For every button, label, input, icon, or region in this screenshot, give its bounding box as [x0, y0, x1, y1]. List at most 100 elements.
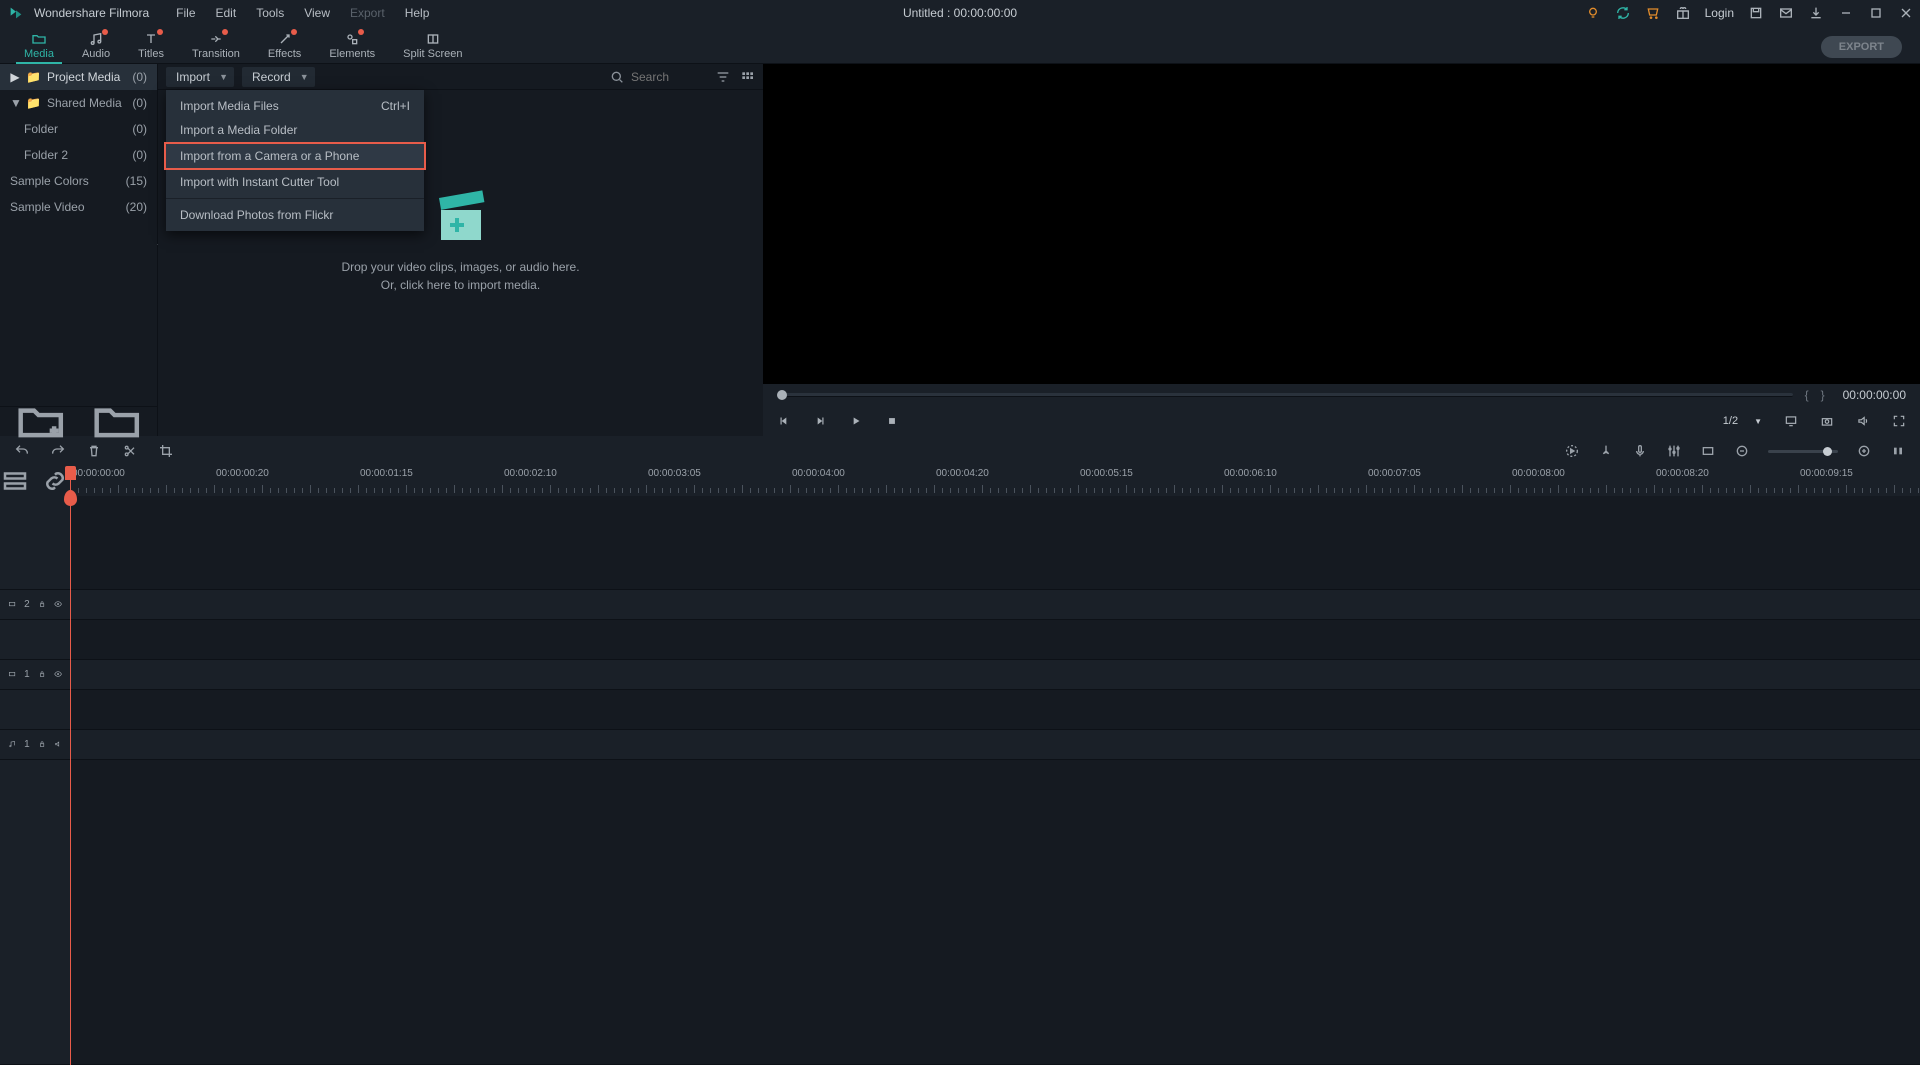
scrub-knob[interactable]: [777, 390, 787, 400]
menu-instant-cutter[interactable]: Import with Instant Cutter Tool: [166, 170, 424, 194]
tab-effects[interactable]: Effects: [254, 29, 315, 63]
preview-scale-dropdown[interactable]: 1/2▼: [1723, 415, 1762, 427]
tab-label: Split Screen: [403, 48, 462, 60]
export-button[interactable]: EXPORT: [1821, 36, 1902, 58]
zoom-out-icon[interactable]: [1734, 443, 1750, 459]
lightbulb-icon[interactable]: [1585, 5, 1601, 21]
main-area: ▶📁Project Media (0) ▼📁Shared Media (0) F…: [0, 64, 1920, 436]
menu-edit[interactable]: Edit: [207, 3, 246, 23]
zoom-in-icon[interactable]: [1856, 443, 1872, 459]
volume-icon[interactable]: [1856, 414, 1870, 428]
refresh-icon[interactable]: [1615, 5, 1631, 21]
gift-icon[interactable]: [1675, 5, 1691, 21]
prev-frame-icon[interactable]: [777, 414, 791, 428]
new-folder-icon[interactable]: [14, 395, 68, 449]
menu-import-camera[interactable]: Import from a Camera or a Phone: [164, 142, 426, 170]
menu-separator: [166, 198, 424, 199]
zoom-knob[interactable]: [1823, 447, 1832, 456]
sidebar-item-sample-video[interactable]: Sample Video (20): [0, 194, 157, 220]
crop-icon[interactable]: [158, 443, 174, 459]
close-icon[interactable]: [1898, 5, 1914, 21]
menu-export[interactable]: Export: [341, 3, 394, 23]
voiceover-icon[interactable]: [1632, 443, 1648, 459]
tab-elements[interactable]: Elements: [315, 29, 389, 63]
menu-help[interactable]: Help: [396, 3, 439, 23]
zoom-fit-icon[interactable]: [1890, 443, 1906, 459]
tab-transition[interactable]: Transition: [178, 29, 254, 63]
minimize-icon[interactable]: [1838, 5, 1854, 21]
cart-icon[interactable]: [1645, 5, 1661, 21]
timeline-toolbar: [0, 436, 1920, 466]
sidebar-item-label: Shared Media: [47, 96, 122, 110]
sidebar-item-count: (0): [132, 70, 147, 84]
mark-in-icon[interactable]: {: [1805, 388, 1809, 402]
monitor-icon[interactable]: [1784, 414, 1798, 428]
lock-icon[interactable]: [38, 670, 46, 678]
clapperboard-icon: [429, 184, 493, 248]
mark-out-icon[interactable]: }: [1821, 388, 1825, 402]
sidebar-item-folder2[interactable]: Folder 2 (0): [0, 142, 157, 168]
lock-icon[interactable]: [38, 740, 46, 748]
menu-tools[interactable]: Tools: [247, 3, 293, 23]
lock-icon[interactable]: [38, 600, 46, 608]
ruler-label: 00:00:01:15: [360, 468, 413, 479]
play-icon[interactable]: [849, 414, 863, 428]
grid-view-icon[interactable]: [739, 69, 755, 85]
menu-import-files[interactable]: Import Media Files Ctrl+I: [166, 94, 424, 118]
track-v2[interactable]: 2: [0, 590, 1920, 620]
download-icon[interactable]: [1808, 5, 1824, 21]
app-logo-icon: [6, 3, 26, 23]
render-icon[interactable]: [1564, 443, 1580, 459]
ruler-head: [0, 466, 70, 496]
track-v1[interactable]: 1: [0, 660, 1920, 690]
chevron-down-icon: ▼: [1754, 417, 1762, 426]
tab-media[interactable]: Media: [10, 29, 68, 63]
thumbnail-icon[interactable]: [1700, 443, 1716, 459]
maximize-icon[interactable]: [1868, 5, 1884, 21]
snapshot-icon[interactable]: [1820, 414, 1834, 428]
sidebar-item-folder[interactable]: Folder (0): [0, 116, 157, 142]
search-field[interactable]: [603, 67, 707, 87]
menu-items: File Edit Tools View Export Help: [167, 3, 438, 23]
mixer-icon[interactable]: [1666, 443, 1682, 459]
track-manager-icon[interactable]: [0, 466, 30, 496]
sidebar-item-label: Sample Video: [10, 200, 85, 214]
next-frame-icon[interactable]: [813, 414, 827, 428]
mail-icon[interactable]: [1778, 5, 1794, 21]
filter-icon[interactable]: [715, 69, 731, 85]
mute-icon[interactable]: [54, 740, 62, 748]
zoom-slider[interactable]: [1768, 450, 1838, 453]
playhead[interactable]: [70, 466, 71, 1065]
tab-titles[interactable]: Titles: [124, 29, 178, 63]
preview-viewport[interactable]: [763, 64, 1920, 384]
track-v1-spacer: [0, 620, 1920, 660]
folder-icon: [31, 31, 47, 47]
fullscreen-icon[interactable]: [1892, 414, 1906, 428]
sidebar-item-project-media[interactable]: ▶📁Project Media (0): [0, 64, 157, 90]
sidebar-item-shared-media[interactable]: ▼📁Shared Media (0): [0, 90, 157, 116]
stop-icon[interactable]: [885, 414, 899, 428]
record-dropdown[interactable]: Record▼: [242, 67, 315, 87]
folder-icon[interactable]: [90, 395, 144, 449]
import-dropdown[interactable]: Import▼: [166, 67, 234, 87]
timeline-ruler[interactable]: 00:00:00:0000:00:00:2000:00:01:1500:00:0…: [70, 466, 1920, 496]
sidebar-item-sample-colors[interactable]: Sample Colors (15): [0, 168, 157, 194]
preview-scrubber: { } 00:00:00:00: [763, 384, 1920, 406]
scrub-track[interactable]: [777, 393, 1793, 397]
login-button[interactable]: Login: [1705, 6, 1734, 20]
menu-file[interactable]: File: [167, 3, 204, 23]
save-icon[interactable]: [1748, 5, 1764, 21]
menu-import-folder[interactable]: Import a Media Folder: [166, 118, 424, 142]
marker-icon[interactable]: [1598, 443, 1614, 459]
eye-icon[interactable]: [54, 600, 62, 608]
menu-view[interactable]: View: [295, 3, 339, 23]
menu-flickr[interactable]: Download Photos from Flickr: [166, 203, 424, 227]
timeline-ruler-row: 00:00:00:0000:00:00:2000:00:01:1500:00:0…: [0, 466, 1920, 496]
eye-icon[interactable]: [54, 670, 62, 678]
media-sidebar: ▶📁Project Media (0) ▼📁Shared Media (0) F…: [0, 64, 158, 436]
tab-audio[interactable]: Audio: [68, 29, 124, 63]
ruler-label: 00:00:06:10: [1224, 468, 1277, 479]
search-input[interactable]: [631, 70, 701, 84]
track-a1[interactable]: 1: [0, 730, 1920, 760]
tab-split-screen[interactable]: Split Screen: [389, 29, 476, 63]
